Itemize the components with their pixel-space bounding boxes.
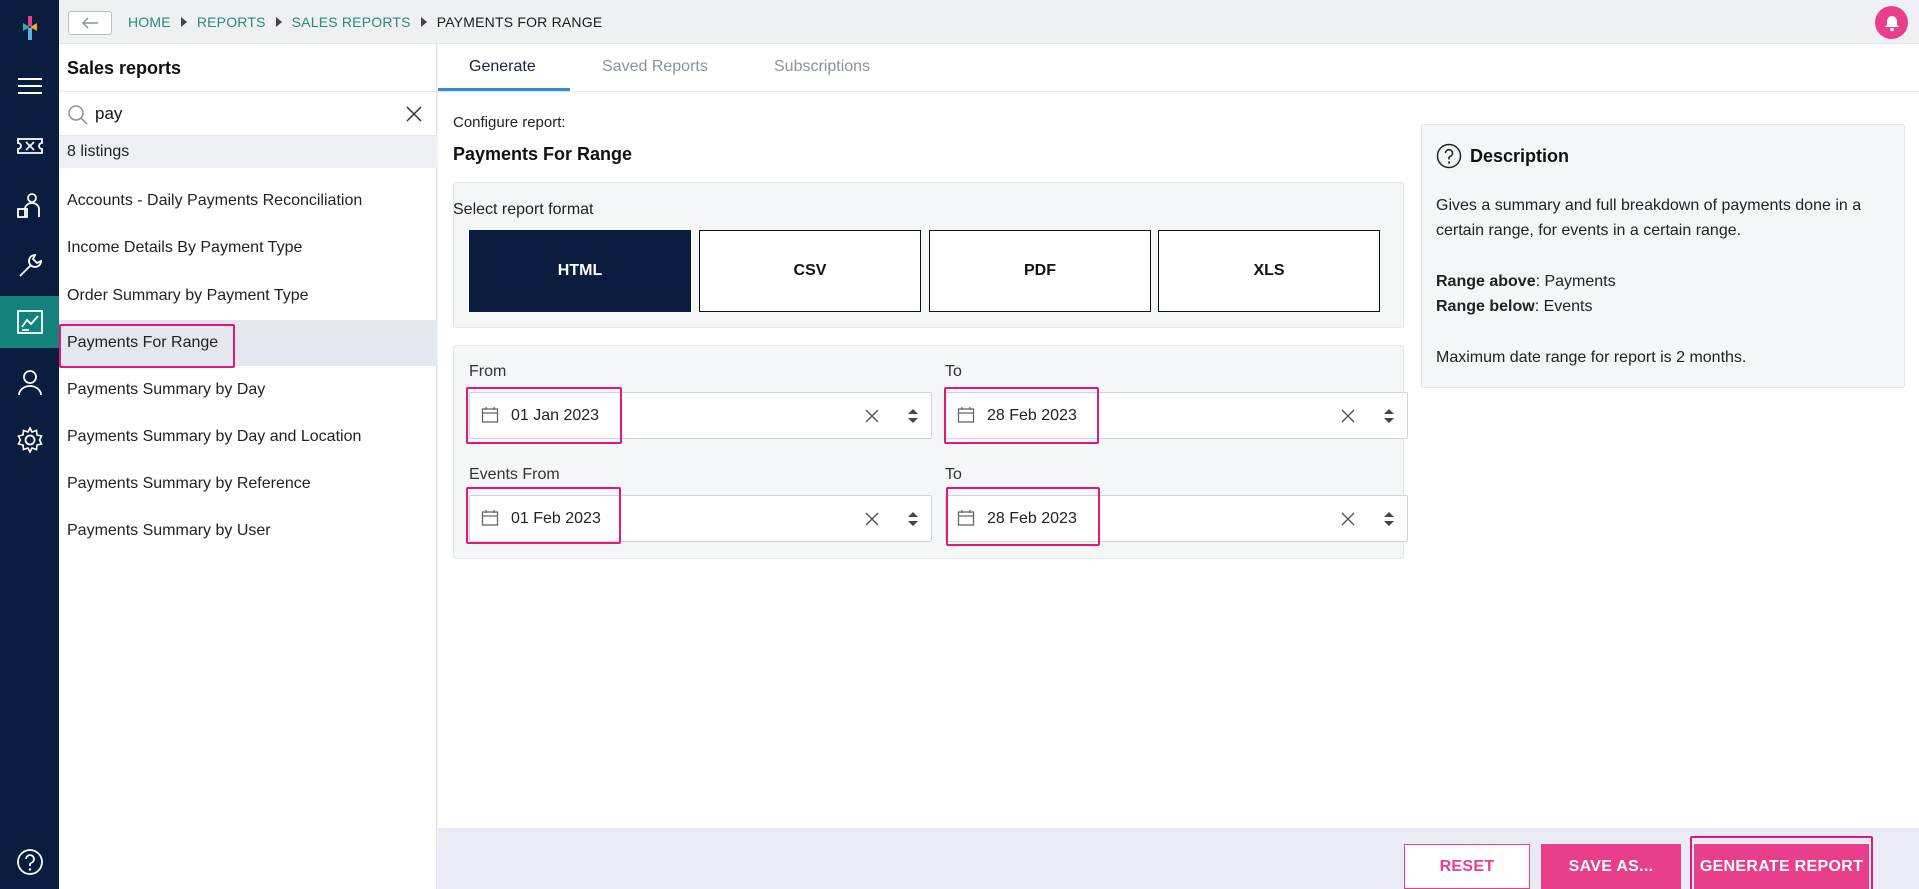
- highlight-box: [946, 487, 1100, 546]
- range-above-value: : Payments: [1535, 273, 1616, 290]
- rail-help[interactable]: [0, 836, 59, 888]
- logo-icon: [22, 16, 37, 40]
- format-csv-button[interactable]: CSV: [699, 230, 921, 312]
- tab-saved-reports[interactable]: Saved Reports: [602, 58, 708, 76]
- format-html-button[interactable]: HTML: [469, 230, 691, 312]
- range-above-label: Range above: [1436, 273, 1536, 290]
- description-text: certain range, for events in a certain r…: [1436, 222, 1742, 239]
- clear-search-icon[interactable]: [405, 105, 423, 123]
- description-panel: Description Gives a summary and full bre…: [1421, 124, 1905, 388]
- report-list-panel: Sales reports 8 listings Accounts - Dail…: [59, 44, 437, 889]
- list-item[interactable]: Payments Summary by Reference: [59, 461, 437, 507]
- list-item[interactable]: Payments Summary by Day and Location: [59, 414, 437, 460]
- notifications-button[interactable]: [1875, 6, 1908, 39]
- description-title: Description: [1470, 145, 1570, 166]
- active-tab-indicator: [438, 88, 570, 91]
- rail-customers[interactable]: [0, 180, 59, 232]
- breadcrumb: HOME REPORTS SALES REPORTS PAYMENTS FOR …: [128, 14, 602, 30]
- format-xls-button[interactable]: XLS: [1158, 230, 1380, 312]
- clear-date-icon[interactable]: [1341, 512, 1355, 526]
- tab-generate[interactable]: Generate: [469, 58, 536, 76]
- highlight-box: [466, 487, 621, 544]
- reset-button[interactable]: RESET: [1404, 844, 1530, 889]
- breadcrumb-reports[interactable]: REPORTS: [197, 14, 266, 30]
- rail-settings[interactable]: [0, 414, 59, 466]
- top-bar: HOME REPORTS SALES REPORTS PAYMENTS FOR …: [59, 0, 1919, 44]
- to-label: To: [945, 363, 962, 380]
- breadcrumb-separator-icon: [275, 17, 282, 27]
- max-range-note: Maximum date range for report is 2 month…: [1436, 349, 1747, 366]
- save-as-button[interactable]: SAVE AS...: [1541, 844, 1681, 889]
- breadcrumb-separator-icon: [420, 17, 427, 27]
- events-from-label: Events From: [469, 466, 560, 483]
- rail-reports[interactable]: [0, 296, 59, 348]
- highlight-box: [59, 324, 235, 368]
- action-footer: RESET SAVE AS... GENERATE REPORT: [438, 828, 1919, 889]
- range-above-line: Range above: Payments: [1436, 269, 1616, 294]
- format-label: Select report format: [453, 201, 594, 218]
- clear-date-icon[interactable]: [865, 409, 879, 423]
- format-pdf-button[interactable]: PDF: [929, 230, 1151, 312]
- tab-bar: Generate Saved Reports Subscriptions: [438, 44, 1919, 92]
- menu-icon: [17, 78, 42, 94]
- from-label: From: [469, 363, 507, 380]
- report-chart-icon: [16, 310, 43, 334]
- wrench-icon: [18, 254, 42, 277]
- breadcrumb-sales-reports[interactable]: SALES REPORTS: [292, 14, 411, 30]
- user-icon: [17, 370, 42, 396]
- highlight-box: [466, 387, 622, 444]
- panel-title: Sales reports: [67, 58, 182, 78]
- range-below-label: Range below: [1436, 298, 1535, 315]
- listing-count: 8 listings: [59, 136, 437, 168]
- events-to-label: To: [945, 466, 962, 483]
- highlight-box: [944, 387, 1099, 444]
- search-icon: [68, 105, 88, 125]
- stepper-icon[interactable]: [907, 511, 919, 527]
- back-button[interactable]: [68, 11, 112, 35]
- stepper-icon[interactable]: [907, 408, 919, 424]
- highlight-box: [1690, 836, 1873, 889]
- breadcrumb-current: PAYMENTS FOR RANGE: [436, 14, 603, 30]
- list-item[interactable]: Accounts - Daily Payments Reconciliation: [59, 178, 437, 224]
- app-logo[interactable]: [0, 2, 59, 54]
- configure-label: Configure report:: [453, 114, 566, 131]
- report-title: Payments For Range: [453, 144, 633, 164]
- rail-tools[interactable]: [0, 240, 59, 292]
- rail-users[interactable]: [0, 357, 59, 409]
- search-bar: [59, 91, 437, 136]
- range-below-line: Range below: Events: [1436, 294, 1593, 319]
- list-item[interactable]: Payments Summary by Day: [59, 367, 437, 413]
- help-icon: [16, 849, 43, 875]
- tab-subscriptions[interactable]: Subscriptions: [774, 58, 870, 76]
- clear-date-icon[interactable]: [1341, 409, 1355, 423]
- main-content: Generate Saved Reports Subscriptions Con…: [438, 44, 1919, 889]
- list-item[interactable]: Payments Summary by User: [59, 508, 437, 554]
- bell-icon: [1884, 15, 1899, 31]
- search-input[interactable]: [95, 100, 395, 128]
- stepper-icon[interactable]: [1383, 408, 1395, 424]
- rail-menu[interactable]: [0, 60, 59, 112]
- icon-rail: [0, 0, 59, 889]
- description-header: Description: [1436, 143, 1569, 169]
- question-circle-icon: [1436, 143, 1462, 169]
- range-below-value: : Events: [1534, 298, 1593, 315]
- breadcrumb-separator-icon: [180, 17, 187, 27]
- ticket-icon: [16, 138, 43, 154]
- list-item[interactable]: Income Details By Payment Type: [59, 225, 437, 271]
- clear-date-icon[interactable]: [865, 512, 879, 526]
- gear-icon: [16, 426, 43, 454]
- stepper-icon[interactable]: [1383, 511, 1395, 527]
- person-bag-icon: [16, 193, 40, 218]
- description-text: Gives a summary and full breakdown of pa…: [1436, 197, 1862, 214]
- list-item[interactable]: Order Summary by Payment Type: [59, 273, 437, 319]
- breadcrumb-home[interactable]: HOME: [128, 14, 171, 30]
- arrow-left-icon: [82, 17, 98, 29]
- rail-tickets[interactable]: [0, 120, 59, 172]
